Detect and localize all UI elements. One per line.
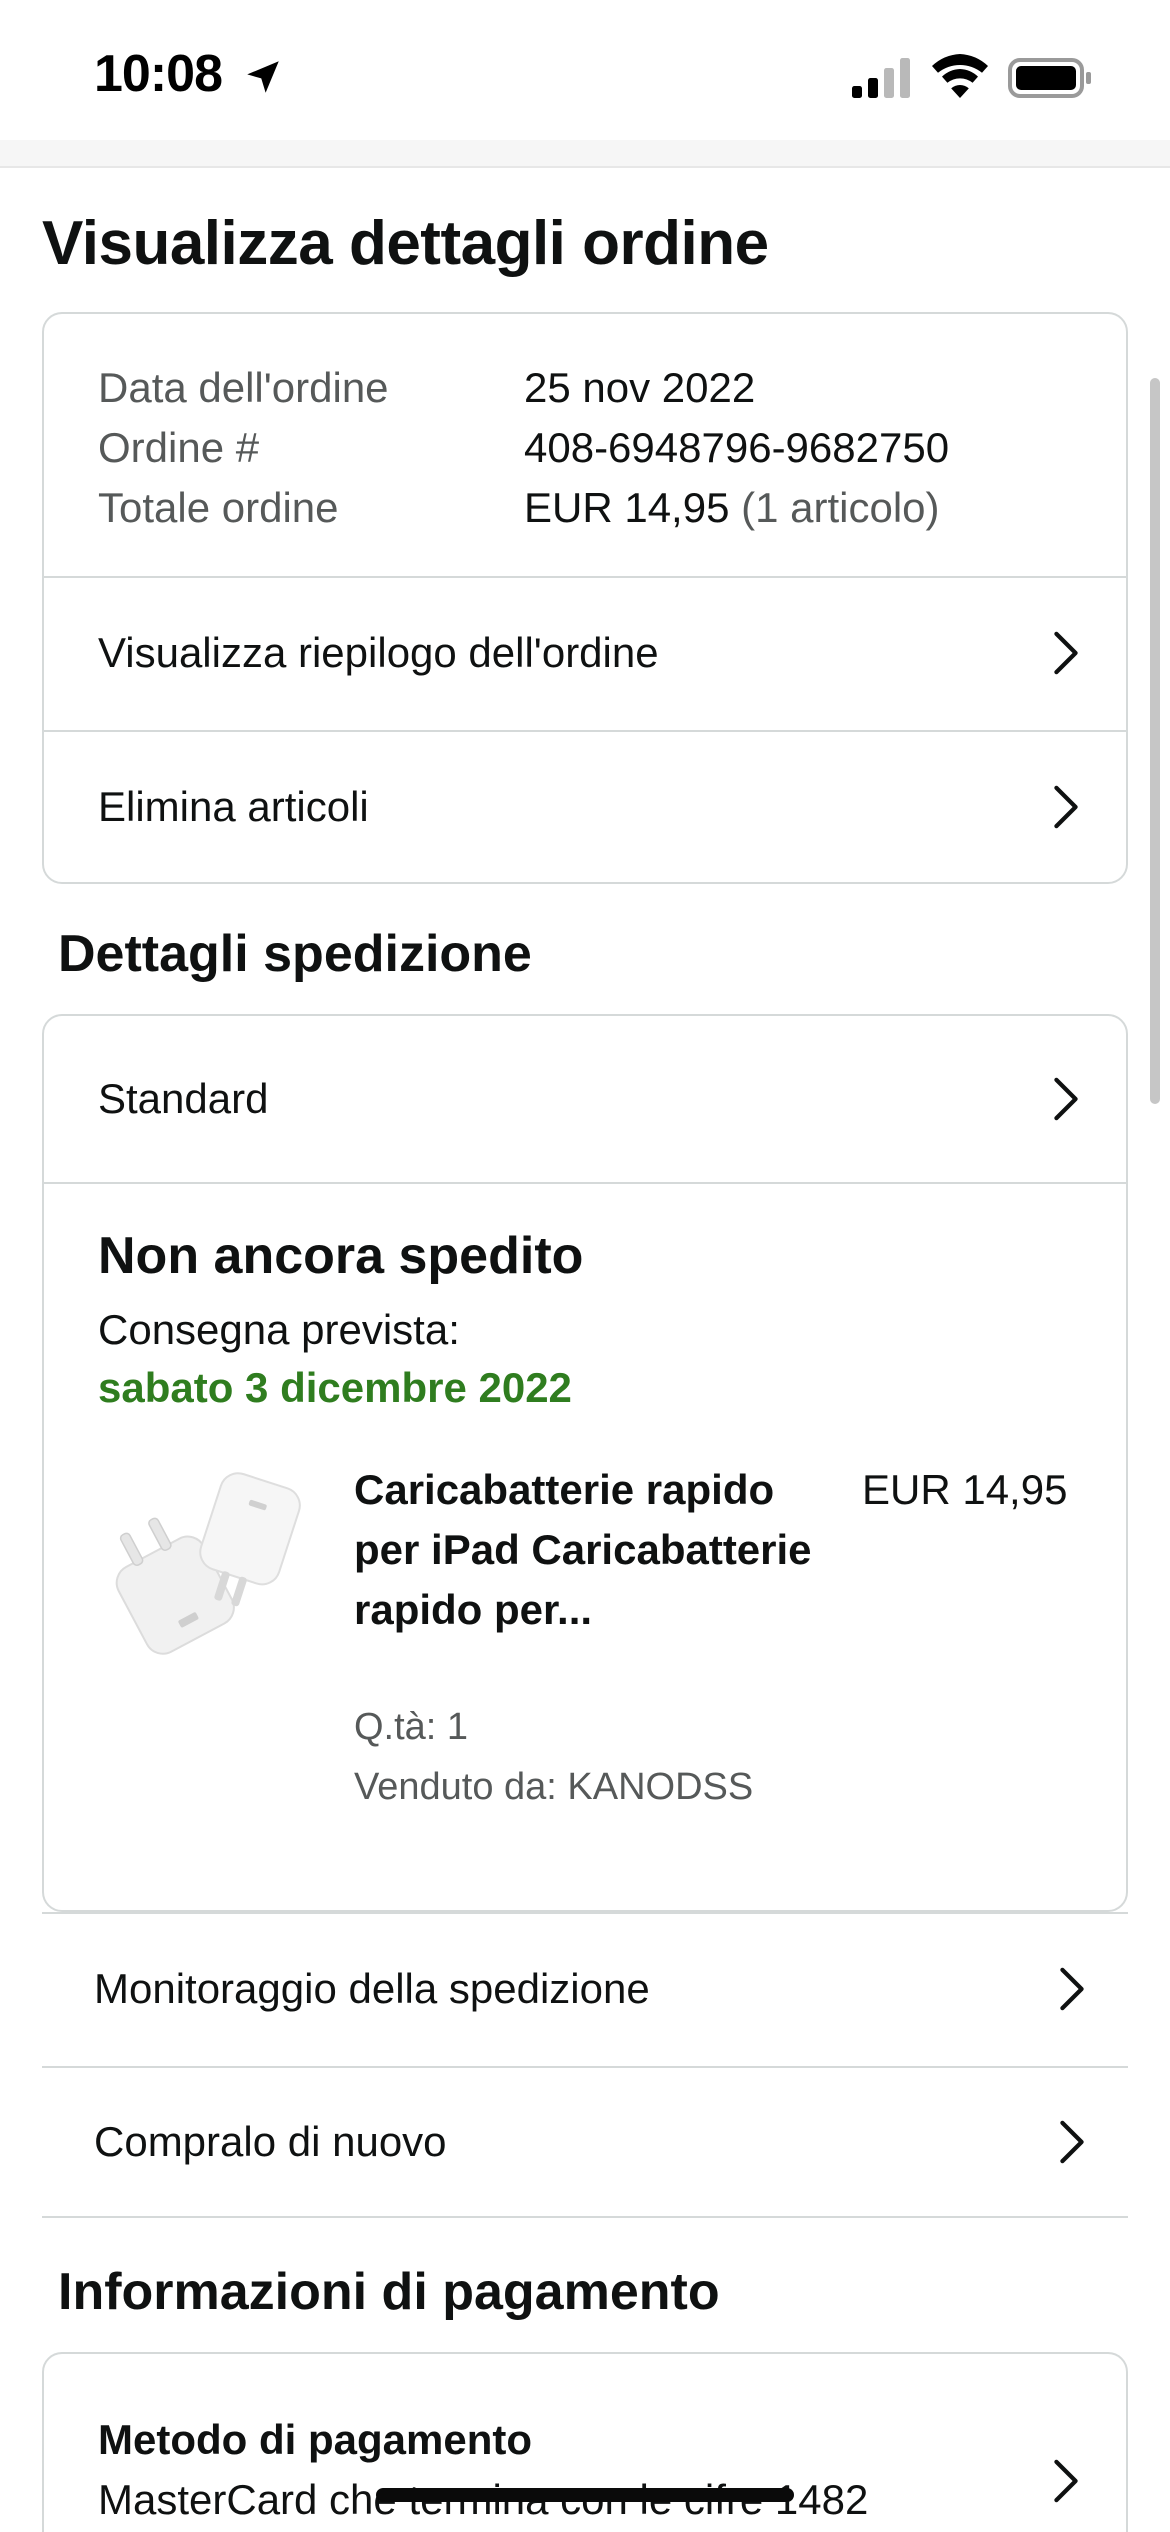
- order-number-label: Ordine #: [98, 424, 260, 471]
- buy-again-label: Compralo di nuovo: [94, 2118, 447, 2165]
- status-time: 10:08: [94, 45, 223, 103]
- product-price: EUR 14,95: [862, 1466, 1068, 1513]
- order-number-value: 408-6948796-9682750: [524, 424, 950, 471]
- status-bar: 10:08: [0, 0, 1170, 140]
- order-number-row: Ordine # 408-6948796-9682750: [98, 418, 949, 478]
- track-shipment-button[interactable]: Monitoraggio della spedizione: [42, 1912, 1128, 2064]
- payment-method-card[interactable]: Metodo di pagamento MasterCard che termi…: [42, 2352, 1128, 2532]
- view-order-summary-link[interactable]: Visualizza riepilogo dell'ordine: [44, 576, 1126, 728]
- delete-items-label: Elimina articoli: [98, 783, 369, 830]
- shipping-method-row[interactable]: Standard: [44, 1016, 1126, 1184]
- buy-again-button[interactable]: Compralo di nuovo: [42, 2066, 1128, 2218]
- product-seller: Venduto da: KANODSS: [354, 1766, 754, 1808]
- chevron-right-icon: [1060, 1967, 1084, 2011]
- payment-section-title: Informazioni di pagamento: [58, 2263, 720, 2321]
- track-shipment-label: Monitoraggio della spedizione: [94, 1965, 650, 2012]
- product-quantity: Q.tà: 1: [354, 1706, 469, 1748]
- chevron-right-icon: [1054, 1077, 1078, 1121]
- battery-icon: [1008, 58, 1091, 98]
- chevron-right-icon: [1054, 2459, 1078, 2503]
- location-arrow-icon: [247, 61, 279, 93]
- delivery-estimate-date: sabato 3 dicembre 2022: [98, 1364, 572, 1411]
- shipping-method-label: Standard: [98, 1075, 269, 1122]
- order-total-items: (1 articolo): [741, 484, 940, 531]
- payment-method-label: Metodo di pagamento: [98, 2416, 532, 2463]
- chevron-right-icon: [1054, 785, 1078, 829]
- shipment-card: Standard Non ancora spedito Consegna pre…: [42, 1014, 1128, 1912]
- product-title-link[interactable]: Caricabatterie rapido per iPad Caricabat…: [354, 1460, 834, 1640]
- order-total-amount: EUR 14,95: [524, 484, 730, 531]
- home-indicator[interactable]: [376, 2488, 794, 2502]
- order-total-value: EUR 14,95 (1 articolo): [524, 478, 940, 538]
- delete-items-link[interactable]: Elimina articoli: [44, 730, 1126, 882]
- shipping-section-title: Dettagli spedizione: [58, 925, 532, 983]
- order-date-value: 25 nov 2022: [524, 364, 756, 411]
- order-total-label: Totale ordine: [98, 484, 339, 531]
- page-title: Visualizza dettagli ordine: [42, 209, 769, 278]
- order-date-label: Data dell'ordine: [98, 364, 389, 411]
- view-order-summary-label: Visualizza riepilogo dell'ordine: [98, 629, 659, 676]
- header-divider: [0, 140, 1170, 168]
- delivery-estimate-label: Consegna prevista:: [98, 1306, 460, 1353]
- order-date-row: Data dell'ordine 25 nov 2022: [98, 358, 755, 418]
- chevron-right-icon: [1060, 2120, 1084, 2164]
- shipment-status: Non ancora spedito: [98, 1227, 584, 1285]
- chevron-right-icon: [1054, 631, 1078, 675]
- order-total-row: Totale ordine EUR 14,95 (1 articolo): [98, 478, 940, 538]
- wifi-icon: [932, 54, 988, 98]
- product-image[interactable]: [96, 1458, 306, 1668]
- scrollbar[interactable]: [1150, 378, 1160, 1104]
- cellular-signal-icon: [852, 58, 910, 98]
- order-summary-card: Data dell'ordine 25 nov 2022 Ordine # 40…: [42, 312, 1128, 884]
